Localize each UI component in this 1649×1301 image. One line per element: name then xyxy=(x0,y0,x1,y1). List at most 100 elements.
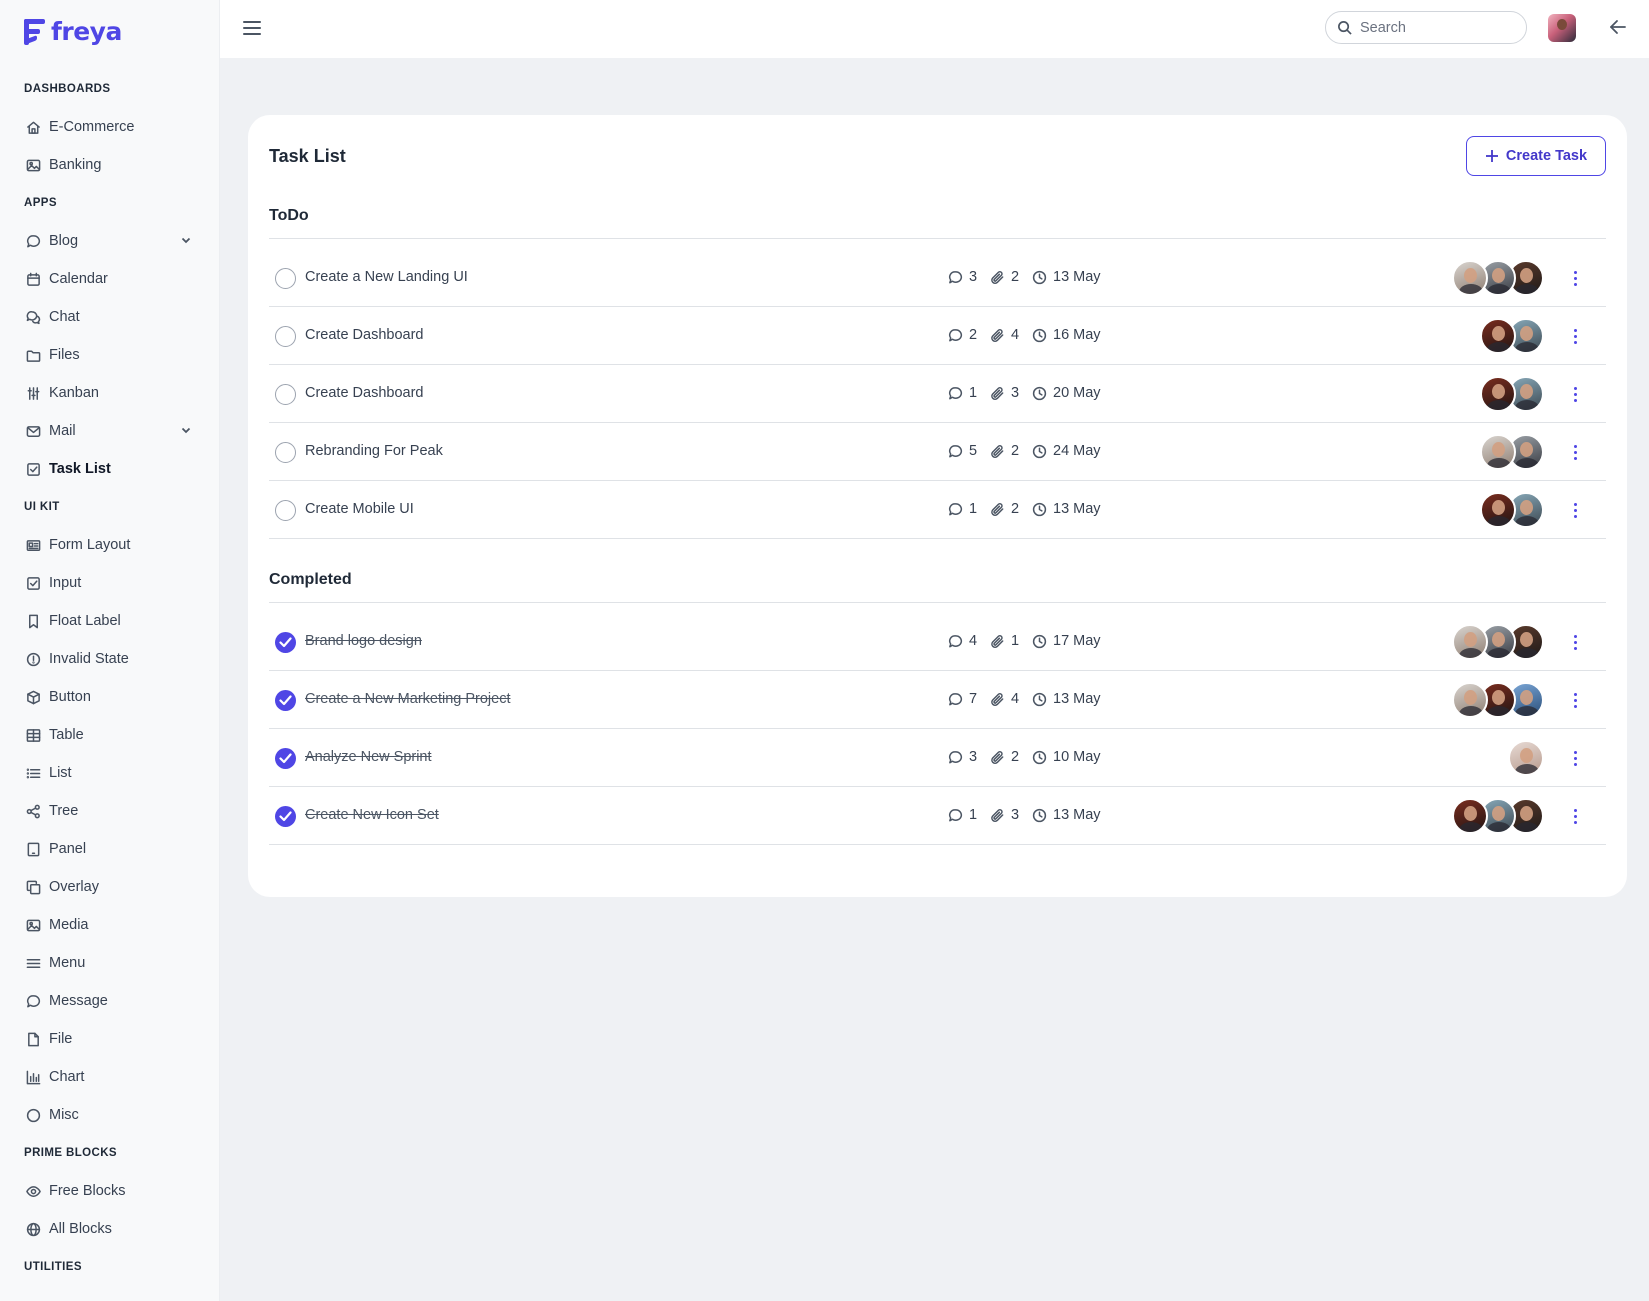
task-checkbox[interactable] xyxy=(275,384,296,405)
clone-icon xyxy=(25,879,41,895)
more-options-icon[interactable] xyxy=(1565,326,1585,346)
arrow-left-icon[interactable] xyxy=(1609,18,1629,38)
hamburger-icon[interactable] xyxy=(243,18,263,38)
sidebar-item-banking[interactable]: Banking xyxy=(0,146,219,184)
task-checkbox[interactable] xyxy=(275,500,296,521)
sidebar-section-title: UI KIT xyxy=(24,501,60,513)
task-row[interactable]: Create a New Landing UI 3 2 13 May xyxy=(269,249,1606,307)
more-options-icon[interactable] xyxy=(1565,268,1585,288)
sidebar-item-task-list[interactable]: Task List xyxy=(0,450,219,488)
sidebar-item-calendar[interactable]: Calendar xyxy=(0,260,219,298)
sidebar-item-label: Blog xyxy=(49,233,79,249)
sidebar-item-misc[interactable]: Misc xyxy=(0,1096,219,1134)
sidebar-item-kanban[interactable]: Kanban xyxy=(0,374,219,412)
list-icon xyxy=(25,765,41,781)
sidebar-item-mail[interactable]: Mail xyxy=(0,412,219,450)
task-checkbox[interactable] xyxy=(275,748,296,769)
more-options-icon[interactable] xyxy=(1565,500,1585,520)
sidebar-item-chart[interactable]: Chart xyxy=(0,1058,219,1096)
share-icon xyxy=(25,803,41,819)
more-options-icon[interactable] xyxy=(1565,690,1585,710)
sidebar-item-form-layout[interactable]: Form Layout xyxy=(0,526,219,564)
sidebar-item-media[interactable]: Media xyxy=(0,906,219,944)
clock-icon xyxy=(1032,386,1053,401)
sidebar-item-table[interactable]: Table xyxy=(0,716,219,754)
avatar[interactable] xyxy=(1480,376,1516,412)
sidebar-item-file[interactable]: File xyxy=(0,1020,219,1058)
sidebar-item-free-blocks[interactable]: Free Blocks xyxy=(0,1172,219,1210)
task-checkbox[interactable] xyxy=(275,806,296,827)
sidebar-item-panel[interactable]: Panel xyxy=(0,830,219,868)
task-row[interactable]: Create a New Marketing Project 7 4 13 Ma… xyxy=(269,671,1606,729)
id-card-icon xyxy=(25,537,41,553)
task-row[interactable]: Create Dashboard 1 3 20 May xyxy=(269,365,1606,423)
comment-count-value: 3 xyxy=(969,269,978,285)
exclamation-circle-icon xyxy=(25,651,41,667)
avatar[interactable] xyxy=(1452,260,1488,296)
more-options-icon[interactable] xyxy=(1565,442,1585,462)
sidebar-item-message[interactable]: Message xyxy=(0,982,219,1020)
more-options-icon[interactable] xyxy=(1565,632,1585,652)
logo[interactable]: freya xyxy=(24,18,122,46)
sidebar-item-list[interactable]: List xyxy=(0,754,219,792)
more-options-icon[interactable] xyxy=(1565,748,1585,768)
task-checkbox[interactable] xyxy=(275,268,296,289)
comment-count: 1 xyxy=(948,385,977,401)
sidebar-item-chat[interactable]: Chat xyxy=(0,298,219,336)
more-options-icon[interactable] xyxy=(1565,806,1585,826)
task-checkbox[interactable] xyxy=(275,326,296,347)
sidebar-item-files[interactable]: Files xyxy=(0,336,219,374)
task-name: Analyze New Sprint xyxy=(305,749,432,765)
sidebar-item-overlay[interactable]: Overlay xyxy=(0,868,219,906)
clock-icon xyxy=(1032,444,1053,459)
sidebar-item-input[interactable]: Input xyxy=(0,564,219,602)
chevron-down-icon[interactable] xyxy=(180,234,192,246)
task-row[interactable]: Create Mobile UI 1 2 13 May xyxy=(269,481,1606,539)
more-options-icon[interactable] xyxy=(1565,384,1585,404)
task-row[interactable]: Rebranding For Peak 5 2 24 May xyxy=(269,423,1606,481)
avatar[interactable] xyxy=(1480,434,1516,470)
sidebar-item-menu[interactable]: Menu xyxy=(0,944,219,982)
sidebar-item-label: Mail xyxy=(49,423,76,439)
comment-icon xyxy=(948,692,969,707)
attachment-count: 4 xyxy=(990,691,1019,707)
create-task-button[interactable]: Create Task xyxy=(1466,136,1606,176)
sidebar-item-label: Message xyxy=(49,993,108,1009)
sidebar-item-button[interactable]: Button xyxy=(0,678,219,716)
task-row[interactable]: Brand logo design 4 1 17 May xyxy=(269,613,1606,671)
avatar[interactable] xyxy=(1480,318,1516,354)
task-row[interactable]: Analyze New Sprint 3 2 10 May xyxy=(269,729,1606,787)
task-row[interactable]: Create New Icon Set 1 3 13 May xyxy=(269,787,1606,845)
sidebar-item-invalid-state[interactable]: Invalid State xyxy=(0,640,219,678)
paperclip-icon xyxy=(990,328,1011,343)
comment-count: 1 xyxy=(948,501,977,517)
avatar[interactable] xyxy=(1480,492,1516,528)
sidebar-item-tree[interactable]: Tree xyxy=(0,792,219,830)
sidebar-item-float-label[interactable]: Float Label xyxy=(0,602,219,640)
search-input[interactable] xyxy=(1360,19,1510,36)
avatar[interactable] xyxy=(1452,798,1488,834)
sidebar-item-e-commerce[interactable]: E-Commerce xyxy=(0,108,219,146)
attachment-count: 2 xyxy=(990,749,1019,765)
avatar[interactable] xyxy=(1452,624,1488,660)
comment-icon xyxy=(948,444,969,459)
task-row[interactable]: Create Dashboard 2 4 16 May xyxy=(269,307,1606,365)
home-icon xyxy=(25,119,41,135)
assignee-avatars xyxy=(1480,318,1544,354)
task-checkbox[interactable] xyxy=(275,690,296,711)
comment-icon xyxy=(948,634,969,649)
sidebar-item-label: Banking xyxy=(49,157,102,173)
chevron-down-icon[interactable] xyxy=(180,424,192,436)
due-date: 10 May xyxy=(1032,749,1101,765)
avatar[interactable] xyxy=(1452,682,1488,718)
check-square-icon xyxy=(25,461,41,477)
sidebar-item-all-blocks[interactable]: All Blocks xyxy=(0,1210,219,1248)
comment-icon xyxy=(25,233,41,249)
search-box[interactable] xyxy=(1325,11,1527,44)
task-checkbox[interactable] xyxy=(275,632,296,653)
avatar[interactable] xyxy=(1508,740,1544,776)
attachment-count-value: 4 xyxy=(1011,691,1020,707)
sidebar-item-blog[interactable]: Blog xyxy=(0,222,219,260)
task-checkbox[interactable] xyxy=(275,442,296,463)
user-avatar[interactable] xyxy=(1548,14,1576,42)
